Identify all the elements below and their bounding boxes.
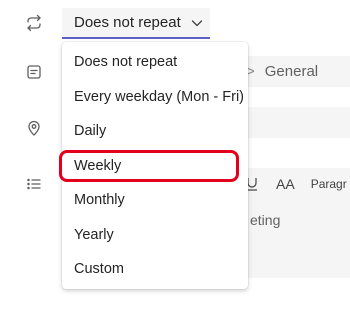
option-yearly[interactable]: Yearly bbox=[62, 218, 248, 253]
repeat-selected-value: Does not repeat bbox=[74, 14, 181, 31]
editor-toolbar: AA Paragr bbox=[246, 176, 347, 192]
option-does-not-repeat[interactable]: Does not repeat bbox=[62, 45, 248, 80]
option-label: Does not repeat bbox=[74, 54, 178, 71]
option-every-weekday[interactable]: Every weekday (Mon - Fri) bbox=[62, 80, 248, 115]
details-list-icon bbox=[24, 174, 44, 194]
repeat-options-menu: Does not repeat Every weekday (Mon - Fri… bbox=[59, 42, 248, 289]
channel-icon bbox=[24, 62, 44, 82]
option-label: Custom bbox=[74, 261, 124, 278]
option-label: Yearly bbox=[74, 226, 114, 243]
channel-field[interactable]: > General bbox=[236, 56, 350, 87]
repeat-dropdown[interactable]: Does not repeat bbox=[62, 8, 210, 39]
option-custom[interactable]: Custom bbox=[62, 252, 248, 287]
teams-meeting-form: > General AA Paragr eting Does not repea… bbox=[0, 0, 350, 316]
editor-placeholder: eting bbox=[250, 212, 281, 228]
paragraph-style-button[interactable]: Paragr bbox=[311, 177, 347, 191]
option-monthly[interactable]: Monthly bbox=[62, 183, 248, 218]
repeat-icon bbox=[24, 13, 44, 33]
channel-name: General bbox=[264, 63, 319, 80]
option-weekly[interactable]: Weekly bbox=[59, 149, 248, 184]
option-label: Daily bbox=[74, 123, 107, 140]
location-field[interactable] bbox=[236, 107, 350, 138]
chevron-down-icon bbox=[190, 16, 204, 30]
option-label: Monthly bbox=[74, 192, 125, 209]
option-daily[interactable]: Daily bbox=[62, 114, 248, 149]
font-size-button[interactable]: AA bbox=[276, 176, 295, 192]
option-label: Weekly bbox=[74, 157, 122, 174]
option-label: Every weekday (Mon - Fri) bbox=[74, 88, 245, 105]
location-icon bbox=[24, 118, 44, 138]
